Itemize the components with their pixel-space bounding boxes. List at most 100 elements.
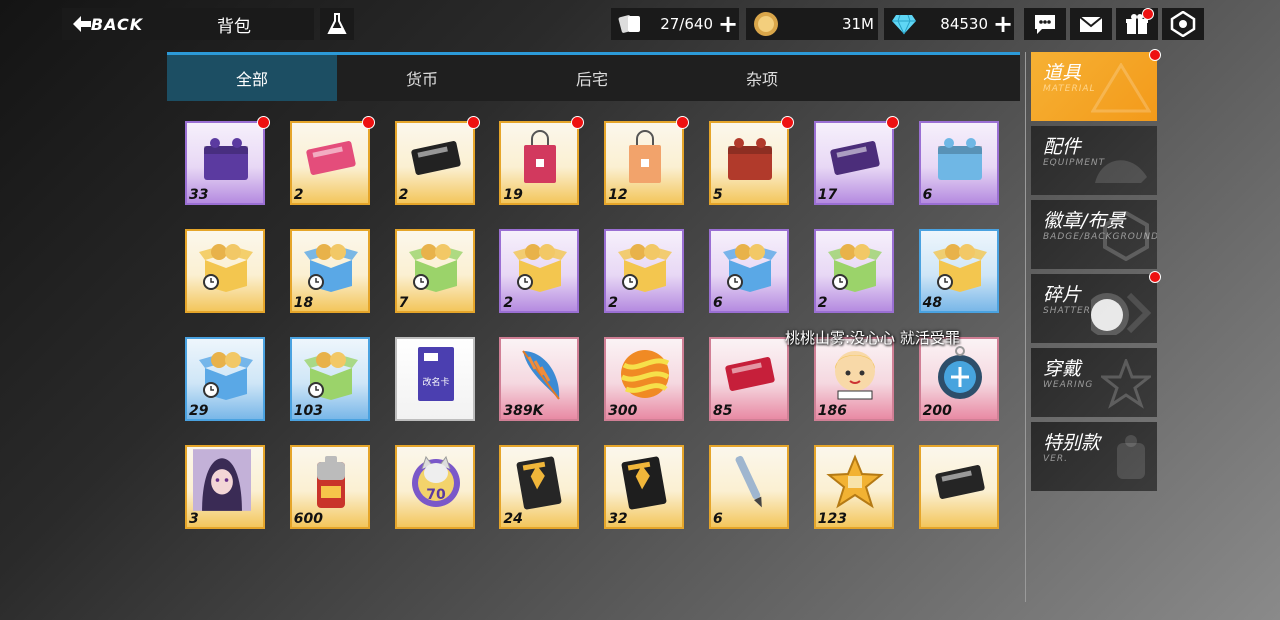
new-item-dot: [676, 116, 690, 129]
item-slot[interactable]: 85: [709, 337, 789, 421]
green-timed-box-icon: [407, 237, 465, 295]
category-new-dot: [1149, 271, 1161, 283]
item-slot[interactable]: 3: [185, 445, 265, 529]
category-2[interactable]: 徽章/布景 BADGE/BACKGROUND: [1031, 200, 1157, 269]
feather-icon: [511, 345, 569, 403]
black-ticket-icon: [407, 129, 465, 187]
item-slot[interactable]: 6: [709, 229, 789, 313]
figure-coin-icon: [826, 345, 884, 403]
item-slot[interactable]: 300: [604, 337, 685, 421]
item-slot[interactable]: 19: [499, 116, 585, 205]
gold-timed-box-2-icon: [511, 237, 569, 295]
item-count: 18: [293, 295, 314, 311]
category-4[interactable]: 穿戴 WEARING: [1031, 348, 1157, 417]
item-slot[interactable]: 123: [813, 445, 894, 529]
mail-button[interactable]: [1070, 8, 1112, 40]
tab-all[interactable]: 全部: [167, 55, 337, 101]
cat-badge-70-icon: 70: [407, 453, 465, 511]
coin-resource: 31M: [746, 8, 878, 40]
item-slot[interactable]: 48: [918, 229, 999, 313]
pen-icon: [721, 453, 779, 511]
item-slot[interactable]: 29: [185, 337, 265, 421]
item-slot[interactable]: 2: [394, 116, 480, 205]
new-item-dot: [571, 116, 585, 129]
back-button[interactable]: BACK: [62, 8, 154, 40]
diamond-count: 84530: [940, 15, 988, 33]
coin-count: 31M: [841, 15, 874, 33]
red-box-icon: [721, 129, 779, 187]
back-label: BACK: [90, 14, 144, 34]
category-deco-icon: [1090, 62, 1152, 117]
gift-button[interactable]: [1116, 8, 1158, 40]
item-count: 2: [293, 187, 304, 203]
item-count: 2: [503, 295, 514, 311]
category-label: 特别款: [1043, 432, 1101, 454]
item-slot[interactable]: 389K: [499, 337, 580, 421]
item-slot[interactable]: 7: [394, 229, 475, 313]
category-3[interactable]: 碎片 SHATTER: [1031, 274, 1157, 343]
category-sublabel: VER.: [1043, 454, 1068, 464]
item-count: 7: [398, 295, 409, 311]
item-slot[interactable]: 103: [289, 337, 370, 421]
item-slot[interactable]: 6: [709, 445, 789, 529]
add-card-button[interactable]: +: [717, 10, 739, 38]
category-5[interactable]: 特别款 VER.: [1031, 422, 1157, 491]
divider: [1025, 52, 1026, 602]
tab-dorm[interactable]: 后宅: [507, 55, 677, 101]
item-slot[interactable]: 600: [289, 445, 370, 529]
svg-text:70: 70: [426, 487, 446, 503]
category-0[interactable]: 道具 MATERIAL: [1031, 52, 1157, 121]
item-count: 6: [922, 187, 933, 203]
item-slot[interactable]: 5: [709, 116, 794, 205]
category-1[interactable]: 配件 EQUIPMENT: [1031, 126, 1157, 195]
item-count: 123: [817, 511, 848, 527]
item-slot[interactable]: 33: [185, 116, 270, 205]
item-slot[interactable]: 32: [604, 445, 685, 529]
settings-icon: [1170, 11, 1196, 37]
category-sublabel: MATERIAL: [1043, 84, 1096, 94]
tab-currency[interactable]: 货币: [337, 55, 507, 101]
flask-button[interactable]: [320, 8, 354, 40]
item-slot[interactable]: 70: [394, 445, 475, 529]
item-slot[interactable]: 2: [289, 116, 375, 205]
item-slot[interactable]: 2: [813, 229, 894, 313]
item-slot[interactable]: 2: [499, 229, 580, 313]
chat-overlay-text: 桃桃山雾:没心心 就活受罪: [785, 329, 960, 347]
category-deco-icon: [1098, 356, 1154, 413]
item-slot[interactable]: 186: [813, 337, 894, 421]
item-slot[interactable]: 200: [918, 337, 999, 421]
item-slot[interactable]: [918, 445, 999, 529]
item-slot[interactable]: 17: [813, 116, 899, 205]
striped-ball-icon: [616, 345, 674, 403]
item-slot[interactable]: 改名卡: [394, 337, 475, 421]
add-diamond-button[interactable]: +: [992, 10, 1014, 38]
category-label: 穿戴: [1043, 358, 1082, 380]
new-item-dot: [361, 116, 375, 129]
item-count: 5: [713, 187, 723, 203]
item-slot[interactable]: 24: [499, 445, 580, 529]
chat-button[interactable]: [1024, 8, 1066, 40]
item-slot[interactable]: 6: [918, 121, 999, 205]
item-count: 33: [189, 187, 209, 203]
black-card-icon: [931, 453, 989, 511]
item-slot[interactable]: 18: [289, 229, 370, 313]
gold-timed-box-3-icon: [616, 237, 674, 295]
item-count: 389K: [503, 403, 544, 419]
tab-misc[interactable]: 杂项: [677, 55, 847, 101]
item-count: 186: [817, 403, 848, 419]
item-count: 48: [922, 295, 943, 311]
blue-timed-box-2-icon: [721, 237, 779, 295]
item-slot[interactable]: 2: [604, 229, 685, 313]
item-count: 12: [608, 187, 628, 203]
item-count: 32: [608, 511, 628, 527]
item-slot[interactable]: 12: [604, 116, 690, 205]
shopping-bag-icon: [616, 129, 674, 187]
blue-medal-icon: [931, 345, 989, 403]
lucky-ticket-icon: [721, 345, 779, 403]
category-label: 道具: [1043, 62, 1082, 84]
item-slot[interactable]: [185, 229, 265, 313]
category-tabs: 全部 货币 后宅 杂项: [167, 52, 1020, 101]
settings-button[interactable]: [1162, 8, 1204, 40]
category-sublabel: SHATTER: [1043, 306, 1091, 316]
character-portrait-icon: [193, 449, 251, 511]
